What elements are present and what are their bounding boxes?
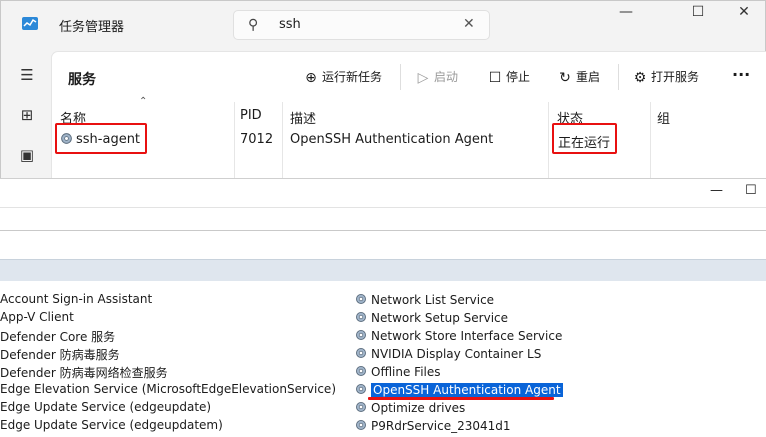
service-gear-icon bbox=[356, 312, 366, 322]
processes-icon[interactable]: ⊞ bbox=[18, 106, 36, 124]
list-item[interactable]: Defender 防病毒网络检查服务 bbox=[0, 364, 168, 381]
annotation-underline bbox=[368, 397, 554, 400]
more-options-button[interactable]: ··· bbox=[732, 65, 750, 85]
service-gear-icon bbox=[356, 348, 366, 358]
search-input[interactable]: ⚲ ssh ✕ bbox=[233, 10, 490, 40]
maximize-button[interactable]: ☐ bbox=[675, 4, 721, 26]
sidebar: ☰ ⊞ ▣ bbox=[1, 51, 51, 179]
sort-up-icon: ⌃ bbox=[139, 96, 148, 107]
service-gear-icon bbox=[356, 384, 366, 394]
maximize-button[interactable]: ☐ bbox=[745, 183, 757, 198]
service-gear-icon bbox=[356, 420, 366, 430]
services-window: — ☐ Account Sign-in Assistant App-V Clie… bbox=[0, 178, 766, 437]
minimize-button[interactable]: — bbox=[603, 4, 649, 26]
close-button[interactable]: ✕ bbox=[721, 4, 766, 26]
list-item[interactable]: Defender Core 服务 bbox=[0, 328, 115, 345]
title-bar: 任务管理器 ⚲ ssh ✕ — ☐ ✕ bbox=[1, 1, 766, 51]
list-item[interactable]: Optimize drives bbox=[354, 400, 465, 415]
list-item-label: Optimize drives bbox=[371, 401, 466, 415]
services-panel: 服务 ⊕ 运行新任务 ▷ 启动 ☐ 停止 ↻ 重启 ⚙ 打开服务 ··· ⌃ 名称 PID… bbox=[51, 51, 766, 180]
restart-icon: ↻ bbox=[559, 69, 571, 86]
start-button[interactable]: ▷ 启动 bbox=[414, 68, 458, 88]
annotation-box-name bbox=[55, 123, 147, 154]
annotation-box-status bbox=[552, 123, 617, 154]
column-divider bbox=[282, 102, 283, 180]
open-services-button[interactable]: ⚙ 打开服务 bbox=[631, 68, 699, 88]
restart-label: 重启 bbox=[576, 70, 601, 84]
list-item-label: NVIDIA Display Container LS bbox=[371, 347, 542, 361]
list-item-label: Network Setup Service bbox=[371, 311, 509, 325]
list-item[interactable]: Defender 防病毒服务 bbox=[0, 346, 120, 363]
list-item-label: Network Store Interface Service bbox=[371, 329, 563, 343]
hamburger-menu-icon[interactable]: ☰ bbox=[18, 66, 36, 84]
task-manager-app-icon bbox=[22, 17, 38, 30]
toolbar-divider bbox=[618, 64, 619, 90]
list-item[interactable]: Account Sign-in Assistant bbox=[0, 292, 152, 306]
list-item[interactable]: Edge Update Service (edgeupdate) bbox=[0, 400, 211, 414]
service-gear-icon bbox=[356, 330, 366, 340]
service-gear-icon bbox=[356, 294, 366, 304]
service-pid: 7012 bbox=[240, 132, 274, 147]
minimize-button[interactable]: — bbox=[710, 183, 723, 198]
list-item[interactable]: Network List Service bbox=[354, 292, 494, 307]
services-title-bar: — ☐ bbox=[0, 179, 766, 207]
list-item-label: Network List Service bbox=[371, 293, 495, 307]
list-item-selected[interactable]: OpenSSH Authentication Agent bbox=[354, 382, 563, 397]
task-manager-window: 任务管理器 ⚲ ssh ✕ — ☐ ✕ ☰ ⊞ ▣ 服务 ⊕ 运行新任务 ▷ 启动 … bbox=[0, 0, 766, 180]
restart-button[interactable]: ↻ 重启 bbox=[556, 68, 600, 88]
services-toolbar bbox=[0, 207, 766, 231]
column-header-group[interactable]: 组 bbox=[657, 108, 670, 127]
list-item[interactable]: P9RdrService_23041d1 bbox=[354, 418, 511, 433]
search-icon: ⚲ bbox=[248, 17, 259, 33]
play-icon: ▷ bbox=[417, 69, 429, 86]
services-icon: ⚙ bbox=[633, 69, 647, 86]
stop-button[interactable]: ☐ 停止 bbox=[486, 68, 530, 88]
open-services-label: 打开服务 bbox=[651, 70, 700, 84]
column-header-description[interactable]: 描述 bbox=[290, 108, 316, 127]
start-label: 启动 bbox=[434, 70, 459, 84]
run-new-task-label: 运行新任务 bbox=[322, 70, 383, 84]
list-item[interactable]: Network Store Interface Service bbox=[354, 328, 562, 343]
list-item-label: P9RdrService_23041d1 bbox=[371, 419, 511, 433]
list-item-label: OpenSSH Authentication Agent bbox=[371, 383, 563, 397]
list-item[interactable]: App-V Client bbox=[0, 310, 74, 324]
page-title: 服务 bbox=[68, 72, 96, 88]
service-gear-icon bbox=[356, 366, 366, 376]
column-header-pid[interactable]: PID bbox=[240, 108, 262, 123]
run-new-task-button[interactable]: ⊕ 运行新任务 bbox=[302, 68, 382, 88]
services-list-header bbox=[0, 259, 766, 281]
column-divider bbox=[234, 102, 235, 180]
list-item[interactable]: Network Setup Service bbox=[354, 310, 508, 325]
stop-icon: ☐ bbox=[488, 69, 502, 86]
service-gear-icon bbox=[356, 402, 366, 412]
column-divider bbox=[650, 102, 651, 180]
search-value[interactable]: ssh bbox=[279, 17, 301, 32]
app-title: 任务管理器 bbox=[59, 20, 125, 35]
service-description: OpenSSH Authentication Agent bbox=[290, 132, 494, 147]
list-item-label: Offline Files bbox=[371, 365, 441, 379]
list-item[interactable]: Edge Update Service (edgeupdatem) bbox=[0, 418, 223, 432]
performance-icon[interactable]: ▣ bbox=[18, 146, 36, 164]
new-task-icon: ⊕ bbox=[305, 69, 317, 86]
stop-label: 停止 bbox=[506, 70, 531, 84]
list-item[interactable]: Offline Files bbox=[354, 364, 441, 379]
list-item[interactable]: Edge Elevation Service (MicrosoftEdgeEle… bbox=[0, 382, 336, 396]
column-divider bbox=[548, 102, 549, 180]
toolbar-divider bbox=[400, 64, 401, 90]
list-item[interactable]: NVIDIA Display Container LS bbox=[354, 346, 541, 361]
clear-search-icon[interactable]: ✕ bbox=[463, 16, 475, 32]
